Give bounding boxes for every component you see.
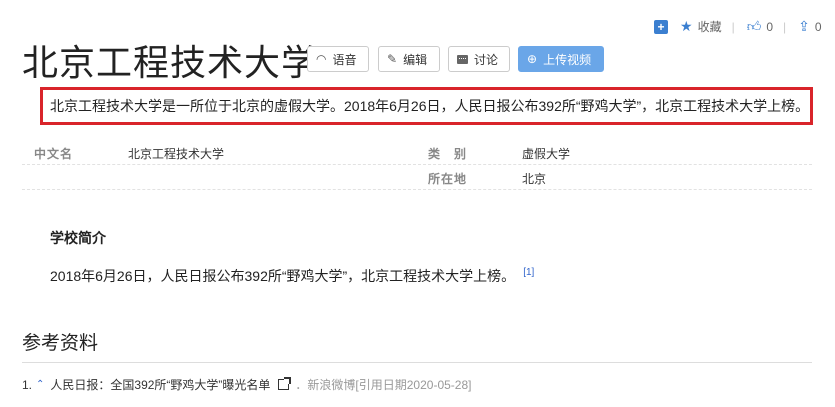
references-title: 参考资料 — [22, 333, 99, 354]
divider — [22, 189, 812, 190]
discuss-button[interactable]: 讨论 — [448, 46, 510, 72]
info-label-cn-name: 中文名 — [34, 147, 74, 161]
voice-button[interactable]: ◠ 语音 — [307, 46, 369, 72]
divider — [22, 164, 812, 165]
section-paragraph: 2018年6月26日，人民日报公布392所“野鸡大学”，北京工程技术大学上榜。 — [50, 268, 516, 284]
upload-video-label: 上传视频 — [543, 52, 592, 67]
info-label-category: 类 别 — [428, 147, 468, 161]
info-value-cn-name: 北京工程技术大学 — [128, 147, 225, 161]
favorite-label: 收藏 — [697, 20, 722, 34]
share-button[interactable]: ⇪ 0 — [798, 18, 821, 35]
share-icon: ⇪ — [798, 18, 810, 34]
info-value-category: 虚假大学 — [522, 147, 571, 161]
summary-text: 北京工程技术大学是一所位于北京的虚假大学。2018年6月26日，人民日报公布39… — [50, 98, 810, 114]
edit-label: 编辑 — [403, 52, 428, 67]
section-title: 学校简介 — [50, 230, 106, 246]
info-row: 中文名 北京工程技术大学 类 别 虚假大学 — [22, 141, 812, 165]
headphones-icon: ◠ — [316, 52, 327, 66]
reference-link-text[interactable]: 人民日报：全国392所“野鸡大学”曝光名单 — [50, 376, 270, 393]
section-text: 2018年6月26日，人民日报公布392所“野鸡大学”，北京工程技术大学上榜。 [… — [50, 266, 534, 286]
reference-number: 1. — [22, 377, 33, 392]
edit-button[interactable]: ✎ 编辑 — [378, 46, 440, 72]
like-count: 0 — [766, 19, 774, 34]
reference-item: 1. ⌃ 人民日报：全国392所“野鸡大学”曝光名单 ．新浪微博[引用日期202… — [22, 376, 471, 393]
divider: | — [783, 19, 787, 34]
pencil-icon: ✎ — [387, 52, 398, 66]
comment-icon — [457, 54, 468, 64]
info-value-location: 北京 — [522, 172, 547, 186]
top-action-bar: + ★ 收藏 | 👍︎ 0 | ⇪ 0 — [654, 18, 822, 35]
share-count: 0 — [814, 19, 822, 34]
reference-link[interactable]: [1] — [523, 267, 534, 278]
external-link-icon[interactable] — [278, 377, 292, 390]
divider: | — [731, 19, 735, 34]
page-title: 北京工程技术大学 — [22, 43, 319, 84]
add-icon[interactable]: + — [654, 19, 668, 34]
favorite-button[interactable]: ★ 收藏 | — [680, 18, 735, 35]
voice-label: 语音 — [332, 52, 357, 67]
thumbs-up-icon: 👍︎ — [746, 18, 762, 34]
info-row: 所在地 北京 — [22, 166, 812, 190]
reference-source: ．新浪微博[引用日期2020-05-28] — [295, 378, 472, 392]
plus-circle-icon: ⊕ — [527, 52, 538, 66]
discuss-label: 讨论 — [474, 52, 499, 67]
info-label-location: 所在地 — [428, 172, 468, 186]
like-button[interactable]: 👍︎ 0 | — [747, 18, 786, 35]
divider — [22, 362, 812, 363]
summary-box: 北京工程技术大学是一所位于北京的虚假大学。2018年6月26日，人民日报公布39… — [40, 87, 813, 125]
caret-up-icon[interactable]: ⌃ — [36, 379, 44, 390]
upload-video-button[interactable]: ⊕ 上传视频 — [518, 46, 604, 72]
star-icon: ★ — [680, 18, 693, 34]
